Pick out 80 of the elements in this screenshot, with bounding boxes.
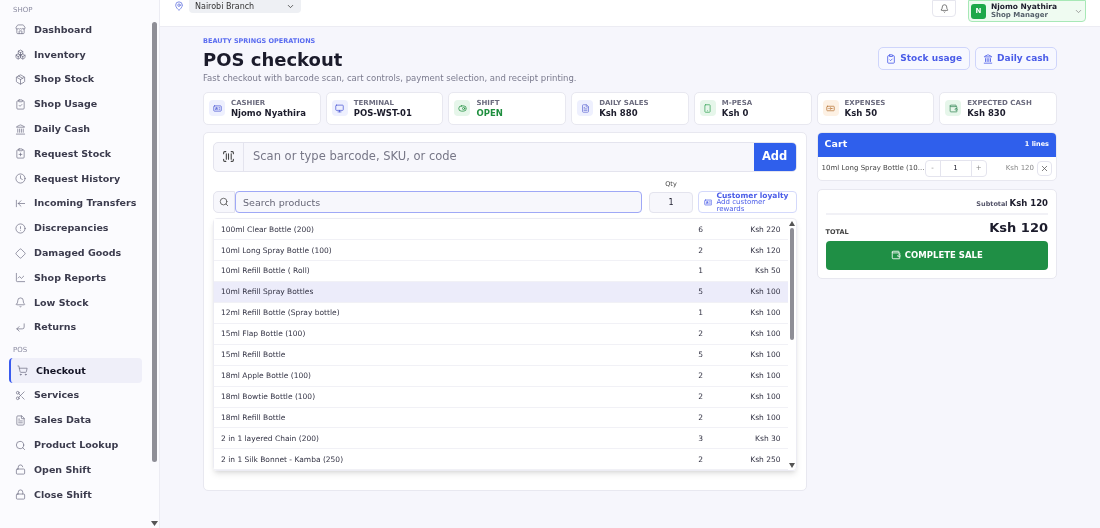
- add-button[interactable]: Add: [753, 142, 796, 171]
- alert-icon: [15, 222, 26, 234]
- sidebar-item[interactable]: Request History: [9, 166, 142, 192]
- scroll-down-icon: [788, 463, 795, 469]
- stat-value: Njomo Nyathira: [231, 108, 306, 118]
- document-icon: [15, 414, 26, 426]
- clipboard-check-icon: [15, 98, 26, 110]
- total-value: Ksh 120: [989, 219, 1048, 238]
- return-icon: [15, 321, 26, 333]
- sidebar-item[interactable]: Dashboard: [9, 17, 142, 43]
- location-pin-icon: [174, 1, 184, 11]
- clipboard-check-icon: [886, 53, 897, 64]
- banknote-icon: [822, 100, 839, 116]
- sidebar-item[interactable]: Shop Stock: [9, 67, 142, 92]
- boxes-icon: [15, 49, 26, 61]
- remove-button[interactable]: [1037, 160, 1052, 176]
- wallet-icon: [890, 250, 901, 261]
- stat-value: Ksh 0: [721, 108, 750, 118]
- phone-icon: [699, 100, 716, 116]
- sidebar-item[interactable]: Services: [9, 383, 142, 408]
- store-icon: [15, 24, 26, 36]
- clock-icon: [15, 173, 26, 185]
- branch-dropdown[interactable]: Nairobi Branch: [189, 0, 301, 13]
- sidebar-item[interactable]: Sales Data: [9, 407, 142, 433]
- stat-value: OPEN: [476, 108, 503, 118]
- cart-title: Cart: [824, 137, 848, 152]
- scroll-up-icon: [788, 221, 795, 227]
- complete-sale-button[interactable]: COMPLETE SALE: [825, 240, 1048, 270]
- toggle-icon: [454, 100, 471, 116]
- sidebar-item[interactable]: Close Shift: [9, 482, 142, 508]
- monitor-icon: [331, 100, 348, 116]
- arrow-in-icon: [15, 197, 26, 209]
- stat-value: Ksh 880: [599, 108, 639, 118]
- sidebar-item[interactable]: Request Stock: [9, 141, 142, 167]
- stat-value: POS-WST-01: [353, 108, 412, 118]
- sidebar-item[interactable]: Damaged Goods: [9, 240, 142, 266]
- sidebar-item[interactable]: Discrepancies: [9, 215, 142, 241]
- sidebar-item[interactable]: Inventory: [9, 42, 142, 68]
- bank-icon: [15, 123, 26, 135]
- document-icon: [577, 100, 594, 116]
- scissors-icon: [15, 390, 26, 402]
- sidebar-item[interactable]: Shop Usage: [9, 91, 142, 117]
- search-field[interactable]: Search products: [235, 191, 642, 214]
- unlock-icon: [15, 464, 26, 476]
- sidebar-item[interactable]: Low Stock: [9, 290, 142, 316]
- diamond-icon: [15, 247, 26, 259]
- barcode-icon: [222, 150, 235, 163]
- sidebar-item[interactable]: Returns: [9, 315, 142, 340]
- search-icon: [219, 197, 229, 208]
- wallet-icon: [945, 100, 962, 116]
- sidebar-item[interactable]: Checkout: [9, 358, 142, 384]
- close-icon: [1040, 163, 1049, 173]
- stat-value: Ksh 830: [967, 108, 1007, 118]
- clipboard-icon: [15, 148, 26, 160]
- qty-field[interactable]: 1: [649, 192, 693, 214]
- notifications-button[interactable]: [932, 0, 956, 17]
- sidebar-item[interactable]: Daily Cash: [9, 116, 142, 142]
- action-button[interactable]: Stock usage: [878, 47, 971, 70]
- action-button[interactable]: Daily cash: [975, 47, 1057, 70]
- lock-icon: [15, 489, 26, 501]
- stat-value: Ksh 50: [844, 108, 879, 118]
- sidebar-item[interactable]: Incoming Transfers: [9, 191, 142, 216]
- barcode-field[interactable]: Scan or type barcode, SKU, or code Add: [213, 141, 797, 172]
- chevron-down-icon: [286, 2, 295, 11]
- search-icon: [15, 439, 26, 451]
- sidebar-item[interactable]: Open Shift: [9, 457, 142, 483]
- chart-icon: [15, 272, 26, 284]
- scroll-down-icon: [151, 521, 158, 526]
- subtotal-value: Ksh 120: [1009, 196, 1048, 210]
- bell-icon: [15, 297, 26, 309]
- page-subtitle: Fast checkout with barcode scan, cart controls, payment selection, and receipt printing.: [203, 71, 577, 85]
- cart-icon: [17, 365, 28, 377]
- bell-icon: [939, 4, 949, 13]
- sidebar-item[interactable]: Product Lookup: [9, 432, 142, 458]
- id-card-icon: [209, 100, 225, 116]
- box-icon: [15, 74, 26, 85]
- sidebar-item[interactable]: Shop Reports: [9, 265, 142, 291]
- page-title: POS checkout: [203, 48, 344, 71]
- id-card-icon: [704, 197, 713, 207]
- bank-icon: [983, 53, 994, 64]
